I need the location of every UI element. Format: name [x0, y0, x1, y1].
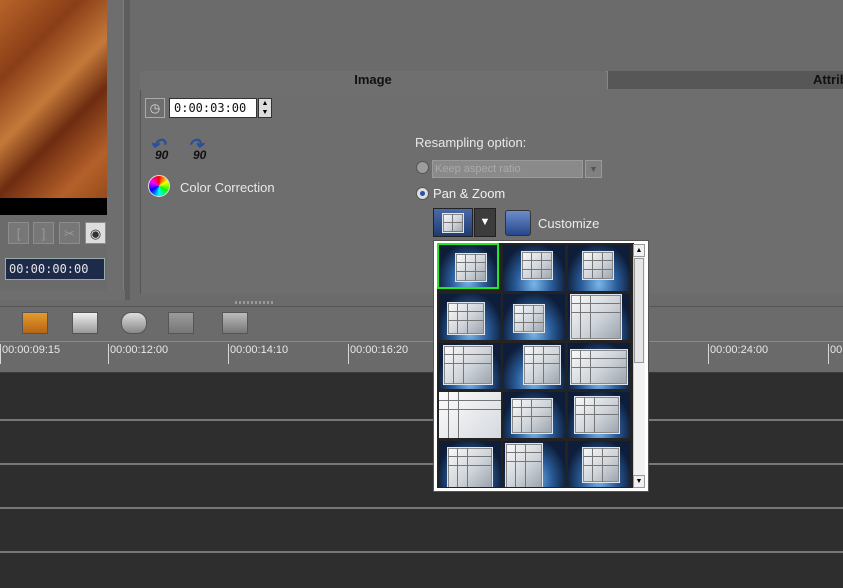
- preset-thumbnail[interactable]: [439, 343, 501, 389]
- keep-aspect-select[interactable]: Keep aspect ratio: [432, 160, 583, 178]
- scroll-up-icon[interactable]: ▲: [633, 244, 645, 257]
- color-correction-label[interactable]: Color Correction: [180, 180, 275, 195]
- camera-icon: ◉: [89, 226, 102, 241]
- tab-attribute-label: Attrib: [813, 72, 843, 87]
- preset-thumbnail[interactable]: [503, 441, 565, 487]
- ruler-tick-label: 00:00:12:00: [110, 344, 169, 356]
- pan-zoom-label[interactable]: Pan & Zoom: [433, 186, 505, 201]
- preview-bottom-bar: [0, 198, 107, 215]
- preset-grid-items: [437, 243, 634, 488]
- preview-panel-edge: [107, 0, 124, 295]
- mark-out-icon: ]: [41, 226, 46, 241]
- preset-thumbnail[interactable]: [503, 343, 565, 389]
- preset-thumbnail[interactable]: [503, 245, 565, 291]
- duration-field[interactable]: 0:00:03:00: [169, 98, 257, 118]
- ruler-tick-label: 00:00:16:20: [350, 344, 409, 356]
- tab-attribute[interactable]: Attrib: [607, 71, 843, 89]
- color-wheel-icon[interactable]: [148, 175, 170, 197]
- preview-image: [0, 0, 107, 215]
- preset-thumbnail[interactable]: [503, 392, 565, 438]
- preset-thumbnail[interactable]: [568, 294, 630, 340]
- preset-thumbnail[interactable]: [568, 392, 630, 438]
- rotate-right-button[interactable]: ↷ 90: [186, 135, 216, 163]
- ruler-tick: [348, 344, 349, 364]
- pan-zoom-radio[interactable]: [416, 187, 429, 200]
- track-divider: [0, 419, 843, 421]
- cut-clip-button[interactable]: ✂: [59, 222, 80, 244]
- track-divider: [0, 463, 843, 465]
- panel-splitter[interactable]: [123, 0, 130, 300]
- film-reel-icon[interactable]: [121, 312, 147, 334]
- preset-thumbnail[interactable]: [439, 392, 501, 438]
- snapshot-button[interactable]: ◉: [85, 222, 106, 244]
- keep-aspect-radio[interactable]: [416, 161, 429, 174]
- preset-thumbnail[interactable]: [439, 294, 501, 340]
- cube-preset-icon: [438, 211, 468, 234]
- clock-icon: ◷: [145, 98, 165, 118]
- mark-out-button[interactable]: ]: [33, 222, 54, 244]
- insert-media-icon[interactable]: [72, 312, 98, 334]
- scrollbar-thumb[interactable]: [634, 258, 644, 363]
- ruler-tick-label: 00:00:09:15: [2, 344, 61, 356]
- timeline-tracks[interactable]: [0, 373, 843, 588]
- track-divider: [0, 551, 843, 553]
- ruler-tick: [228, 344, 229, 364]
- scroll-down-icon[interactable]: ▼: [633, 475, 645, 488]
- rotate-left-button[interactable]: ↶ 90: [148, 135, 178, 163]
- preset-thumbnail[interactable]: [568, 343, 630, 389]
- resize-grip[interactable]: [235, 301, 275, 304]
- clip-timecode[interactable]: 00:00:00:00: [5, 258, 105, 280]
- preset-thumbnail[interactable]: [503, 294, 565, 340]
- panel-bottom-rim: [0, 290, 125, 300]
- resampling-option-label: Resampling option:: [415, 135, 527, 150]
- ruler-tick: [708, 344, 709, 364]
- chevron-down-icon[interactable]: ▼: [585, 160, 602, 178]
- mark-in-icon: [: [16, 226, 21, 241]
- preset-thumbnail[interactable]: [439, 441, 501, 487]
- tab-image[interactable]: Image: [140, 71, 606, 90]
- ruler-tick-label: 00:00:14:10: [230, 344, 289, 356]
- track-divider: [0, 507, 843, 509]
- chevron-down-icon: ▼: [479, 216, 491, 228]
- ruler-tick: [108, 344, 109, 364]
- down-arrow-icon[interactable]: ▼: [259, 108, 271, 117]
- rotate-left-label: 90: [155, 148, 169, 162]
- scissors-icon: ✂: [64, 226, 75, 241]
- customize-label[interactable]: Customize: [538, 216, 599, 231]
- preset-thumbnail[interactable]: [568, 441, 630, 487]
- duration-stepper[interactable]: ▲ ▼: [258, 98, 272, 118]
- audio-mixer-icon[interactable]: [168, 312, 194, 334]
- ruler-tick-label: 00: [830, 344, 843, 356]
- preset-thumbnail[interactable]: [568, 245, 630, 291]
- preset-dropdown-arrow[interactable]: ▼: [474, 208, 496, 237]
- pan-zoom-preset-button[interactable]: [433, 208, 473, 237]
- ruler-tick: [828, 344, 829, 364]
- ruler-tick: [0, 344, 1, 364]
- preset-thumbnail[interactable]: [437, 243, 499, 289]
- up-arrow-icon[interactable]: ▲: [259, 99, 271, 108]
- mark-in-button[interactable]: [: [8, 222, 29, 244]
- rotate-right-label: 90: [193, 148, 207, 162]
- ruler-tick-label: 00:00:24:00: [710, 344, 769, 356]
- customize-icon[interactable]: [505, 210, 531, 236]
- smart-proxy-icon[interactable]: [22, 312, 48, 334]
- track-manager-icon[interactable]: [222, 312, 248, 334]
